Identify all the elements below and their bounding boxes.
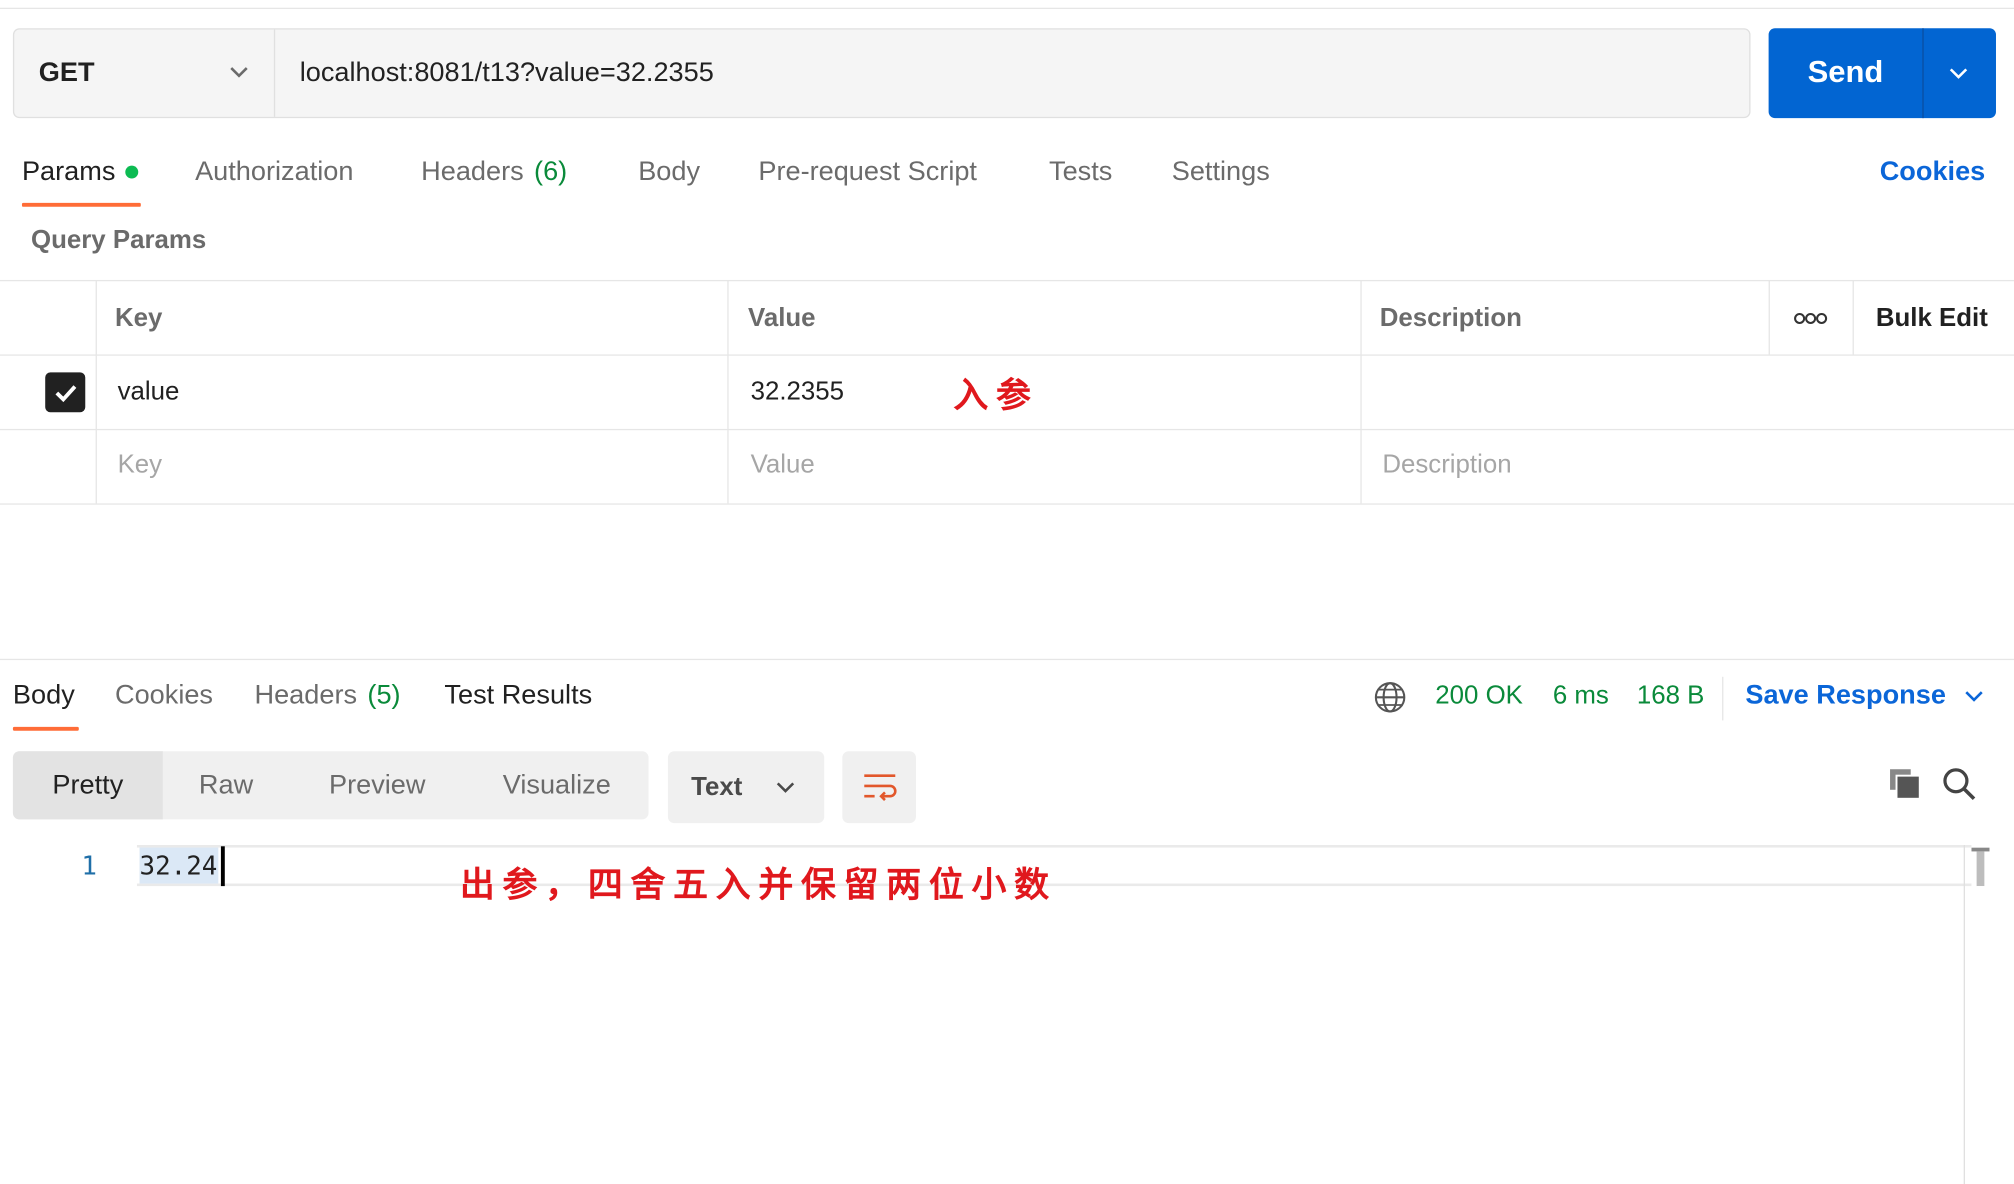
response-headers-count: (5) (367, 680, 401, 711)
chevron-down-icon (1965, 691, 1984, 702)
tab-authorization[interactable]: Authorization (195, 152, 353, 193)
table-divider (0, 354, 2014, 356)
response-tab-test-results[interactable]: Test Results (444, 675, 592, 716)
params-active-dot (125, 165, 139, 179)
tab-pre-request-script[interactable]: Pre-request Script (758, 152, 977, 193)
method-label: GET (38, 57, 95, 88)
scrollbar-track[interactable] (1963, 845, 1965, 1184)
param-value-cell[interactable]: 32.2355 (751, 356, 844, 428)
chevron-down-icon (776, 782, 795, 793)
top-divider (0, 7, 2014, 9)
cookies-link[interactable]: Cookies (1880, 152, 1986, 193)
request-bar: GET localhost:8081/t13?value=32.2355 (12, 28, 1751, 119)
column-divider (1360, 279, 1362, 504)
wrap-lines-button[interactable] (842, 751, 916, 824)
globe-icon[interactable] (1373, 681, 1407, 714)
input-annotation: 入参 (953, 376, 1039, 417)
column-header-key: Key (114, 303, 163, 332)
tab-headers[interactable]: Headers (6) (421, 152, 567, 193)
column-header-value: Value (748, 303, 816, 332)
text-cursor (220, 846, 225, 887)
param-key-cell[interactable]: value (118, 356, 180, 428)
copy-icon[interactable] (1887, 767, 1922, 802)
format-label: Text (691, 772, 743, 801)
wrap-lines-icon (863, 774, 896, 801)
view-mode-preview[interactable]: Preview (307, 751, 447, 819)
response-tab-cookies[interactable]: Cookies (115, 675, 213, 716)
new-value-input[interactable]: Value (751, 429, 815, 501)
tab-params[interactable]: Params (22, 152, 139, 193)
response-tab-body[interactable]: Body (13, 675, 75, 716)
table-divider (0, 428, 2014, 431)
response-body-text[interactable]: 32.24 (139, 847, 219, 884)
column-divider (1852, 279, 1854, 355)
query-params-title: Query Params (31, 226, 207, 255)
send-divider (1922, 28, 1924, 119)
column-divider (1768, 279, 1770, 355)
column-divider (95, 279, 97, 504)
save-response-label: Save Response (1745, 680, 1946, 711)
new-key-input[interactable]: Key (118, 429, 163, 501)
method-select[interactable]: GET (14, 29, 276, 117)
format-select[interactable]: Text (667, 751, 825, 824)
headers-count: (6) (534, 156, 568, 187)
output-annotation: 出参，四舍五入并保留两位小数 (459, 865, 1057, 906)
response-headers-label: Headers (254, 680, 358, 711)
send-label: Send (1807, 55, 1884, 90)
param-enabled-checkbox[interactable] (45, 372, 86, 413)
column-header-description: Description (1379, 303, 1522, 332)
active-tab-underline (12, 726, 79, 731)
tab-settings[interactable]: Settings (1172, 152, 1270, 193)
status-divider (1722, 676, 1724, 721)
send-button[interactable]: Send (1768, 28, 1996, 119)
table-border-top (0, 279, 2014, 282)
view-mode-switch: Pretty Raw Preview Visualize (12, 751, 649, 820)
tab-params-label: Params (21, 156, 116, 187)
more-options-icon[interactable] (1793, 308, 1828, 329)
url-input[interactable]: localhost:8081/t13?value=32.2355 (300, 30, 714, 117)
tab-tests[interactable]: Tests (1049, 152, 1112, 193)
status-code[interactable]: 200 OK (1435, 675, 1523, 716)
view-mode-visualize[interactable]: Visualize (483, 751, 630, 819)
scrollbar-thumb[interactable] (1971, 847, 1990, 887)
response-tab-headers[interactable]: Headers (5) (255, 675, 401, 716)
table-border-bottom (0, 503, 2014, 505)
column-divider (727, 279, 729, 504)
view-mode-pretty[interactable]: Pretty (12, 751, 163, 820)
bulk-edit-button[interactable]: Bulk Edit (1876, 283, 1988, 355)
view-mode-raw[interactable]: Raw (163, 751, 290, 819)
chevron-down-icon (230, 67, 248, 78)
new-description-input[interactable]: Description (1382, 429, 1511, 501)
active-tab-underline (21, 202, 141, 207)
save-response-button[interactable]: Save Response (1745, 675, 1984, 716)
search-icon[interactable] (1942, 767, 1977, 802)
response-time[interactable]: 6 ms (1553, 675, 1609, 716)
response-divider (0, 658, 2014, 661)
response-size[interactable]: 168 B (1637, 675, 1705, 716)
chevron-down-icon[interactable] (1947, 62, 1970, 85)
checkbox-checked-icon (54, 384, 76, 402)
tab-headers-label: Headers (421, 156, 524, 187)
tab-body[interactable]: Body (638, 152, 700, 193)
line-number: 1 (81, 850, 97, 881)
